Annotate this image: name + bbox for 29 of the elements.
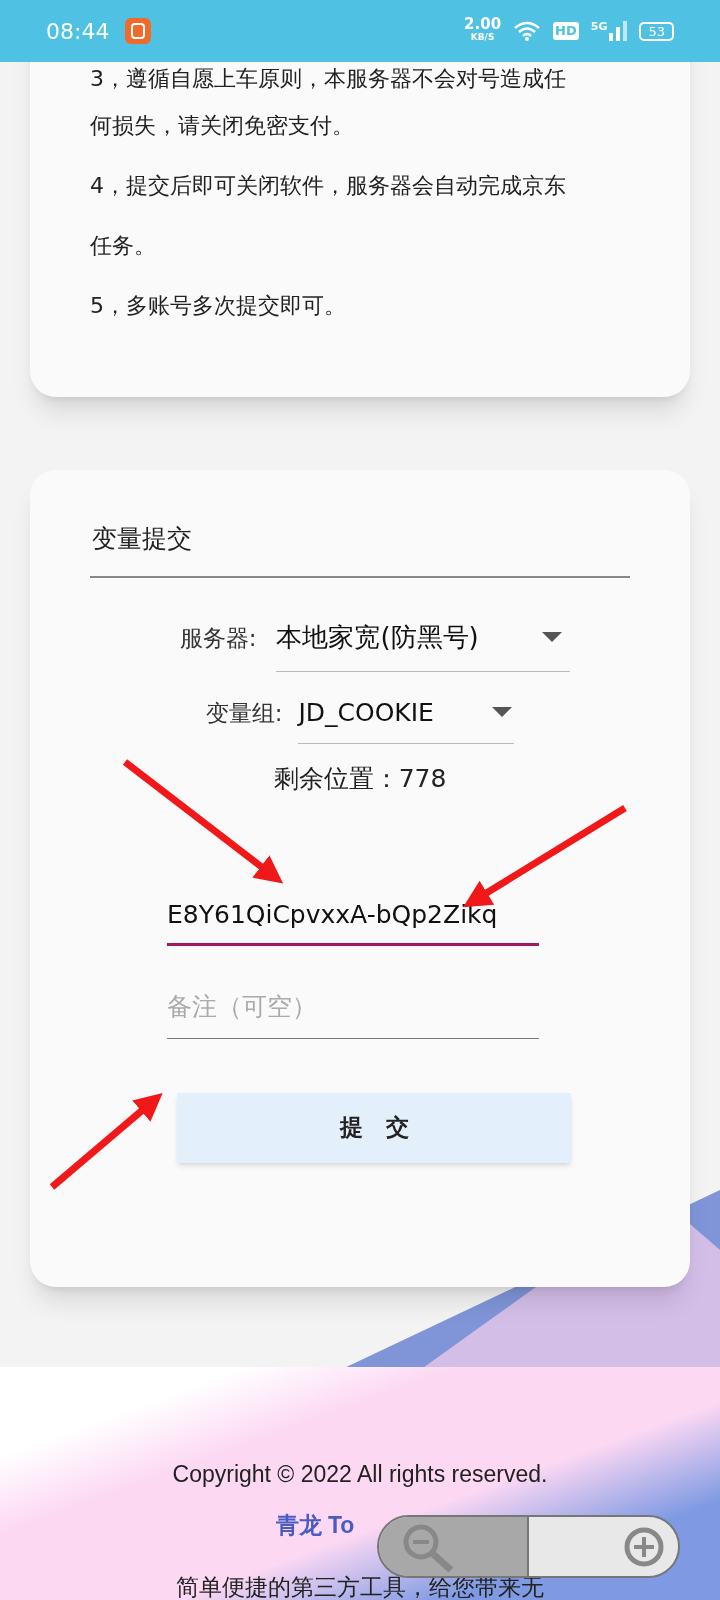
zoom-in-button[interactable] [529,1517,678,1576]
signal-icon [609,21,628,41]
zoom-out-button[interactable] [379,1517,529,1576]
cookie-field[interactable]: E8Y61QiCpvxxA-bQp2Zikq [167,895,539,946]
caret-icon [542,632,563,642]
field-label: 变量组: [205,698,283,728]
copyright-text: Copyright © 2022 All rights reserved. [172,1460,548,1489]
group-dropdown[interactable]: JD_COOKIE [298,693,515,744]
app-icon [125,18,152,44]
note-text: 任务。 [90,232,157,260]
clock: 08:44 [46,17,110,46]
note-text: 何损失，请关闭免密支付。 [90,112,355,140]
server-dropdown[interactable]: 本地家宽(防黑号) [276,617,571,672]
field-label: 服务器: [179,624,257,653]
hd-badge: HD [553,22,579,40]
note-text: 5，多账号多次提交即可。 [90,292,347,320]
network-type: 5G [590,21,608,33]
note-text: 4，提交后即可关闭软件，服务器会自动完成京东 [90,172,567,200]
form-title: 变量提交 [91,524,192,553]
remaining-count: 剩余位置：778 [273,763,447,795]
network-speed: 2.00 KB/S [464,18,502,44]
zoom-in-icon [624,1526,664,1567]
note-text: 3，遵循自愿上车原则，本服务器不会对号造成任 [90,65,567,93]
wifi-icon [513,20,542,42]
tools-link[interactable]: 青龙 To [275,1507,355,1542]
remark-field[interactable]: 备注（可空） [167,988,539,1039]
caret-icon [492,707,513,718]
battery-indicator: 53 [639,21,674,41]
submit-button[interactable]: 提 交 [177,1092,571,1163]
